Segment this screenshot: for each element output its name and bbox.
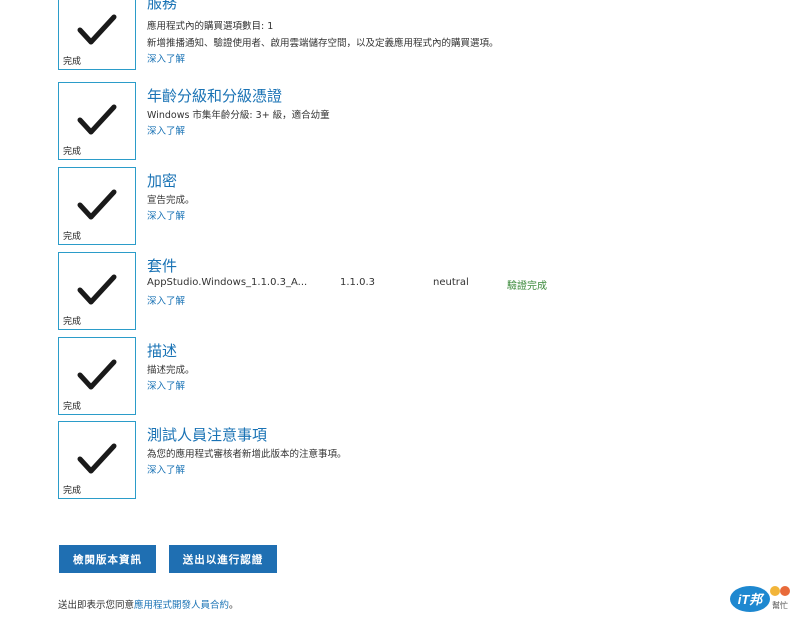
checkmark-icon: [77, 443, 117, 474]
tester-notes-status-label: 完成: [63, 486, 82, 496]
section-title[interactable]: 測試人員注意事項: [147, 424, 267, 445]
section-description: 為您的應用程式審核者新增此版本的注意事項。: [147, 449, 347, 460]
section-description: Windows 市集年齡分級: 3+ 級，適合幼童: [147, 110, 330, 121]
package-architecture: neutral: [433, 277, 469, 288]
section-title[interactable]: 年齡分級和分級憑證: [147, 85, 282, 106]
section-title[interactable]: 加密: [147, 170, 177, 191]
section-description: 新增推播通知、驗證使用者、啟用雲端儲存空間，以及定義應用程式內的購買選項。: [147, 38, 499, 49]
watermark-text: iT邦: [738, 592, 766, 607]
ithome-watermark-logo: iT邦 幫忙: [730, 586, 790, 612]
learn-more-link[interactable]: 深入了解: [147, 123, 185, 137]
section-title[interactable]: 服務: [147, 0, 177, 13]
package-validation-status: 驗證完成: [507, 281, 547, 292]
checkmark-icon: [77, 359, 117, 390]
packages-status-box[interactable]: 完成: [58, 252, 136, 330]
section-title[interactable]: 套件: [147, 255, 177, 276]
checkmark-icon: [77, 189, 117, 220]
description-status-label: 完成: [63, 402, 82, 412]
description-status-box[interactable]: 完成: [58, 337, 136, 415]
learn-more-link[interactable]: 深入了解: [147, 462, 185, 476]
tester-notes-status-box[interactable]: 完成: [58, 421, 136, 499]
encryption-status-box[interactable]: 完成: [58, 167, 136, 245]
agreement-suffix: 。: [229, 600, 239, 611]
agreement-notice: 送出即表示您同意應用程式開發人員合約。: [58, 597, 239, 611]
learn-more-link[interactable]: 深入了解: [147, 208, 185, 222]
submission-checklist-page: 完成 服務 應用程式內的購買選項數目: 1 新增推播通知、驗證使用者、啟用雲端儲…: [0, 0, 800, 619]
checkmark-icon: [77, 14, 117, 45]
age-rating-status-label: 完成: [63, 147, 82, 157]
section-title[interactable]: 描述: [147, 340, 177, 361]
developer-agreement-link[interactable]: 應用程式開發人員合約: [134, 600, 229, 611]
package-row: AppStudio.Windows_1.1.0.3_A... 1.1.0.3 n…: [147, 277, 567, 292]
section-description: 描述完成。: [147, 365, 195, 376]
checkmark-icon: [77, 104, 117, 135]
watermark-subtext: 幫忙: [772, 600, 788, 610]
checkmark-icon: [77, 274, 117, 305]
package-name: AppStudio.Windows_1.1.0.3_A...: [147, 277, 308, 288]
review-release-info-button[interactable]: 檢閱版本資訊: [59, 545, 156, 573]
services-status-box[interactable]: 完成: [58, 0, 136, 70]
submit-for-certification-button[interactable]: 送出以進行認證: [169, 545, 277, 573]
packages-status-label: 完成: [63, 317, 82, 327]
encryption-status-label: 完成: [63, 232, 82, 242]
agreement-prefix: 送出即表示您同意: [58, 600, 135, 611]
learn-more-link[interactable]: 深入了解: [147, 378, 185, 392]
services-status-label: 完成: [63, 57, 82, 67]
section-description: 宣告完成。: [147, 195, 195, 206]
age-rating-status-box[interactable]: 完成: [58, 82, 136, 160]
learn-more-link[interactable]: 深入了解: [147, 51, 185, 65]
section-description: 應用程式內的購買選項數目: 1: [147, 21, 274, 32]
package-version: 1.1.0.3: [340, 277, 375, 288]
learn-more-link[interactable]: 深入了解: [147, 293, 185, 307]
